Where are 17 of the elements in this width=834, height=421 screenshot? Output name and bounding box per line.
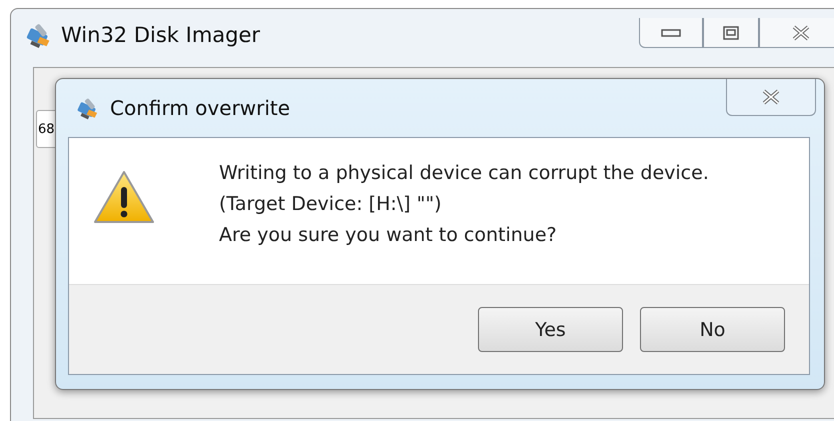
warning-icon (93, 170, 155, 224)
close-button[interactable] (759, 18, 834, 48)
minimize-button[interactable] (639, 18, 703, 48)
dialog-title: Confirm overwrite (110, 96, 290, 120)
window-title: Win32 Disk Imager (61, 23, 260, 47)
message-text: (Target Device: [H:\] "") (219, 192, 442, 217)
maximize-icon (723, 26, 739, 40)
minimize-icon (661, 28, 681, 36)
message-text: Writing to a physical device can corrupt the device. (219, 161, 709, 186)
dialog-button[interactable]: No (640, 307, 785, 352)
close-icon (791, 24, 811, 40)
field-value: 68 (38, 122, 55, 136)
dialog-button[interactable]: Yes (478, 307, 623, 352)
maximize-button[interactable] (703, 18, 759, 48)
close-button[interactable] (726, 79, 816, 116)
close-icon (761, 89, 781, 105)
message-text: Are you sure you want to continue? (219, 223, 558, 248)
